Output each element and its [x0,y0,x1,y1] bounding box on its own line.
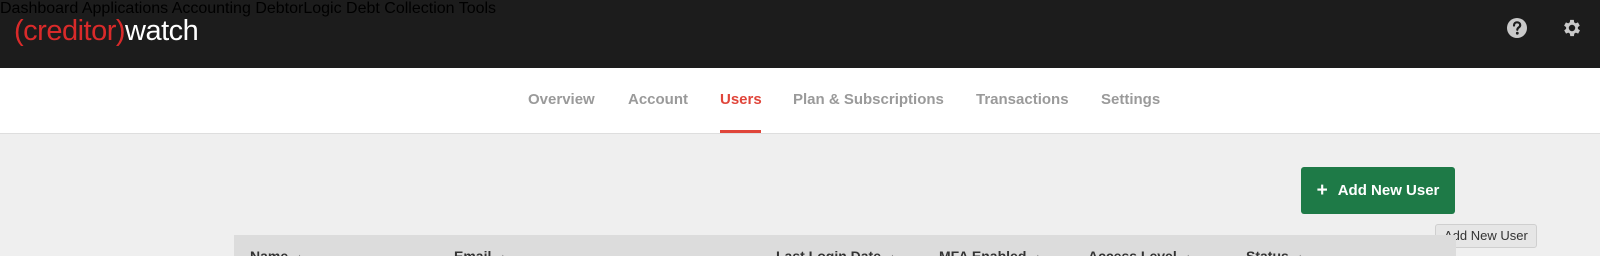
users-table-header: Name ▲ Email ▲ Last Login Date ▲ MFA Enable… [234,235,1456,256]
column-label: Name [250,248,289,256]
add-new-user-button[interactable]: + Add New User [1301,167,1455,214]
sort-icon: ▲ [1296,252,1305,256]
column-label: MFA Enabled [939,248,1027,256]
sort-icon: ▲ [888,252,897,256]
plus-icon: + [1316,180,1328,201]
column-label: Last Login Date [776,248,882,256]
main-nav: Dashboard Applications Accounting Debtor… [0,0,1600,18]
tab-users[interactable]: Users [720,91,762,108]
top-navbar: (creditor)watch Dashboard Applications A… [0,0,1600,68]
tab-plan-subscriptions[interactable]: Plan & Subscriptions [793,91,944,108]
account-sub-nav: Overview Account Users Plan & Subscripti… [0,68,1600,134]
column-label: Status [1246,248,1289,256]
column-header-email[interactable]: Email ▲ [454,248,507,256]
column-header-last-login-date[interactable]: Last Login Date ▲ [776,248,897,256]
sort-icon: ▲ [295,252,304,256]
sort-icon: ▲ [1033,252,1042,256]
column-header-name[interactable]: Name ▲ [250,248,304,256]
column-header-mfa-enabled[interactable]: MFA Enabled ▲ [939,248,1042,256]
tab-overview[interactable]: Overview [528,91,595,108]
nav-debt-collection-tools[interactable]: Debt Collection Tools [346,0,496,17]
sort-icon: ▲ [498,252,507,256]
help-circle-icon[interactable] [1506,17,1528,39]
column-label: Email [454,248,492,256]
column-header-access-level[interactable]: Access Level ▲ [1088,248,1193,256]
gear-icon[interactable] [1561,17,1583,39]
tab-transactions[interactable]: Transactions [976,91,1069,108]
creditorwatch-logo[interactable]: (creditor)watch [14,12,199,50]
column-label: Access Level [1088,248,1177,256]
nav-debtorlogic[interactable]: DebtorLogic [255,0,341,17]
sort-icon: ▲ [1184,252,1193,256]
tab-account[interactable]: Account [628,91,688,108]
logo-text-right: watch [125,15,199,47]
column-header-status[interactable]: Status ▲ [1246,248,1305,256]
add-new-user-label: Add New User [1337,182,1440,199]
tab-settings[interactable]: Settings [1101,91,1160,108]
logo-text-left: (creditor) [14,15,126,47]
active-tab-indicator [720,130,761,133]
